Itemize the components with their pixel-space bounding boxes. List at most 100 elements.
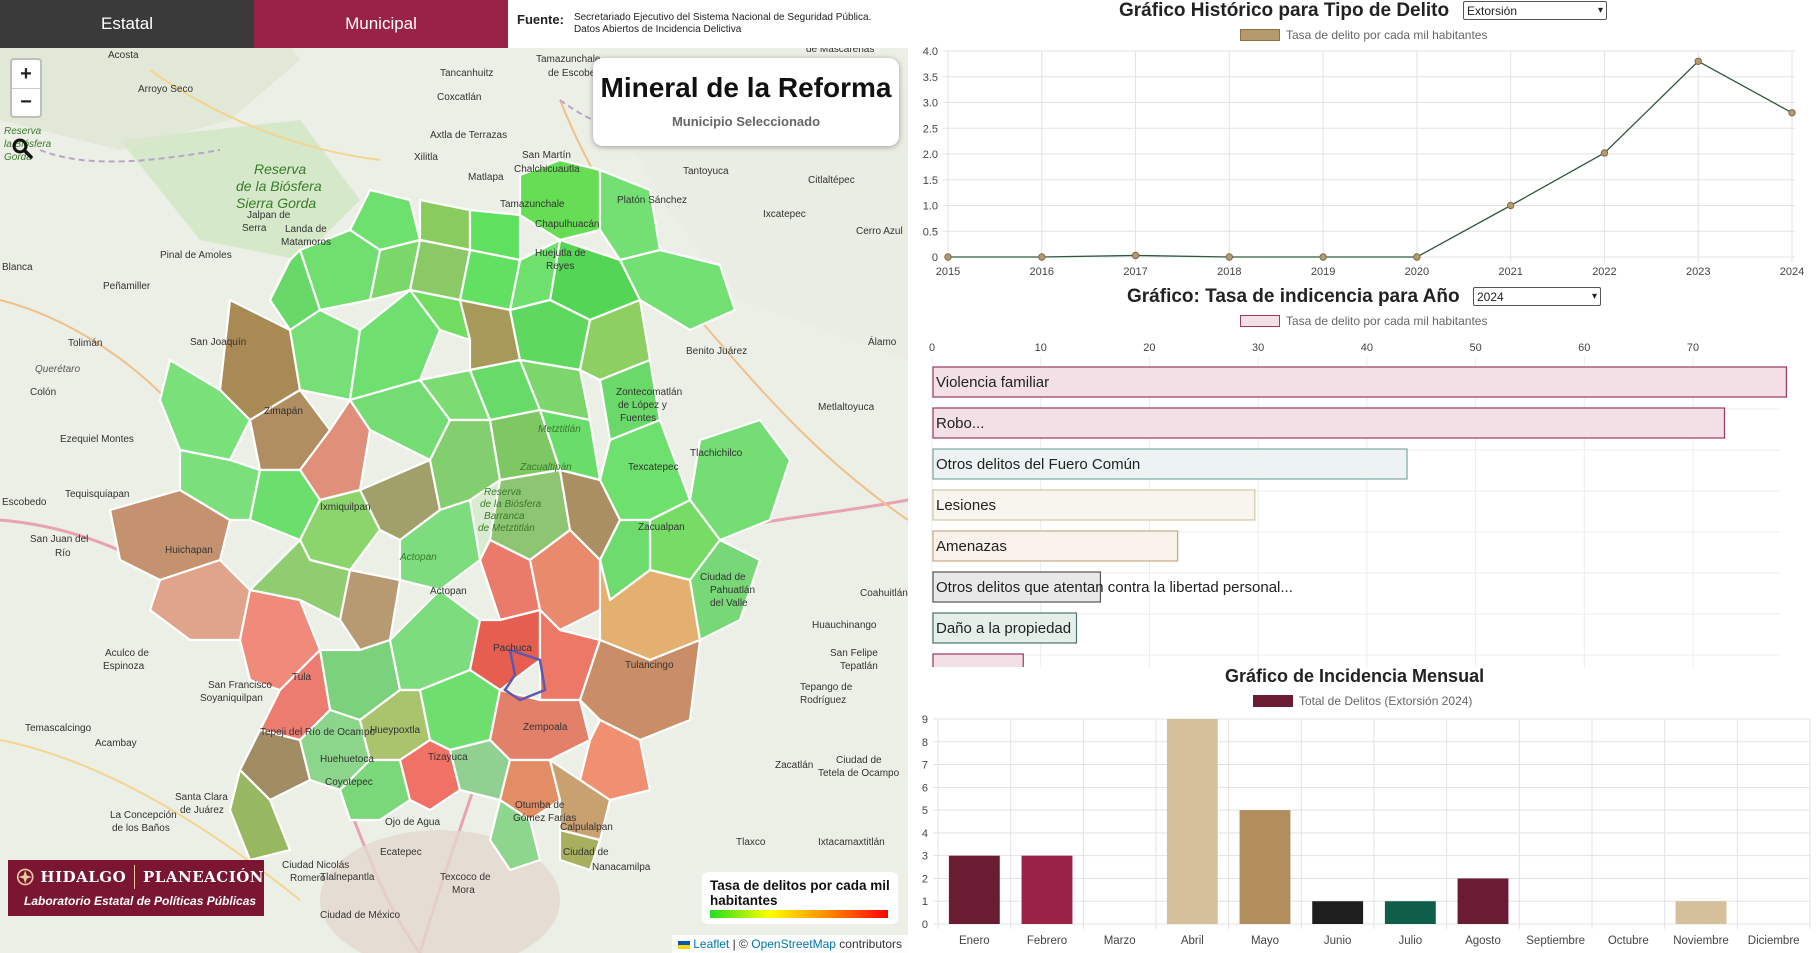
svg-text:Serra: Serra <box>242 223 267 234</box>
chart3-x-tick-label: Septiembre <box>1526 935 1585 947</box>
chart2-category-label: Amenazas <box>936 538 1007 555</box>
chart3-x-tick-label: Diciembre <box>1748 935 1800 947</box>
svg-text:de la Biósfera: de la Biósfera <box>480 499 542 510</box>
svg-text:Matamoros: Matamoros <box>281 237 331 248</box>
chart1-y-tick-label: 2.5 <box>923 123 938 135</box>
chart1-x-tick-label: 2016 <box>1030 266 1054 278</box>
svg-text:Reserva: Reserva <box>484 487 522 498</box>
year-select[interactable]: 2024 ▾ <box>1473 287 1601 306</box>
incidence-bar-chart[interactable]: 0 10 20 30 40 50 60 70 Violencia familiar Robo...… <box>908 332 1820 667</box>
chart3-bar <box>948 855 1000 924</box>
svg-text:Tizayuca: Tizayuca <box>428 752 468 763</box>
svg-text:de Juárez: de Juárez <box>180 805 224 816</box>
chevron-down-icon: ▾ <box>1591 291 1597 302</box>
svg-text:Axtla de Terrazas: Axtla de Terrazas <box>430 130 507 141</box>
chart2-x-tick-label: 20 <box>1143 342 1155 354</box>
svg-text:Hueypoxtla: Hueypoxtla <box>370 725 420 736</box>
svg-text:Metlaltoyuca: Metlaltoyuca <box>818 402 875 413</box>
svg-text:Huejutla de: Huejutla de <box>535 248 586 259</box>
svg-text:Zacatlán: Zacatlán <box>775 760 813 771</box>
chart1-y-tick-label: 4.0 <box>923 46 938 58</box>
search-icon[interactable] <box>10 136 34 160</box>
zoom-control: + − <box>10 58 42 118</box>
svg-text:Texcatepec: Texcatepec <box>628 462 679 473</box>
svg-text:Rodríguez: Rodríguez <box>800 695 846 706</box>
openstreetmap-link[interactable]: OpenStreetMap <box>751 937 836 951</box>
chart2-legend-label: Tasa de delito por cada mil habitantes <box>1286 314 1488 328</box>
svg-text:Nanacamilpa: Nanacamilpa <box>592 862 651 873</box>
svg-text:Coxcatlán: Coxcatlán <box>437 92 481 103</box>
svg-text:Arroyo Seco: Arroyo Seco <box>138 84 193 95</box>
chart2-category-label: Otros delitos que atentan contra la libe… <box>936 579 1293 596</box>
svg-text:Romero: Romero <box>290 873 326 884</box>
selected-municipality-name: Mineral de la Reforma <box>600 72 892 103</box>
svg-text:Gómez Farías: Gómez Farías <box>513 813 576 824</box>
chart3-x-tick-label: Mayo <box>1251 935 1279 947</box>
svg-text:Pinal de Amoles: Pinal de Amoles <box>160 250 232 261</box>
view-tabs: Estatal Municipal <box>0 0 508 48</box>
svg-text:Querétaro: Querétaro <box>35 364 80 375</box>
chart1-y-tick-label: 1.5 <box>923 175 938 187</box>
chart3-bar <box>1021 855 1073 924</box>
svg-text:San Joaquín: San Joaquín <box>190 337 246 348</box>
chart1-data-point <box>1600 149 1609 157</box>
monthly-bar-chart[interactable]: 0 1 2 3 4 5 6 7 8 9 Enero Febrero Marzo Abril Mayo Juni… <box>908 708 1820 953</box>
svg-text:Ciudad de: Ciudad de <box>563 847 609 858</box>
selected-municipality-label: Municipio Seleccionado <box>671 114 821 129</box>
chart3-x-tick-label: Marzo <box>1104 935 1136 947</box>
svg-text:Ixmiquilpan: Ixmiquilpan <box>320 502 371 513</box>
svg-text:Espinoza: Espinoza <box>103 661 145 672</box>
data-source: Fuente: Secretariado Ejecutivo del Siste… <box>508 0 908 48</box>
svg-text:del Valle: del Valle <box>710 598 748 609</box>
tab-estatal[interactable]: Estatal <box>0 0 254 48</box>
chart2-x-tick-label: 0 <box>929 342 935 354</box>
zoom-out-button[interactable]: − <box>12 88 40 116</box>
svg-text:Zontecomatlán: Zontecomatlán <box>616 387 682 398</box>
svg-text:Ixtacamaxtitlán: Ixtacamaxtitlán <box>818 837 885 848</box>
svg-text:Colón: Colón <box>30 387 56 398</box>
source-line-1: Secretariado Ejecutivo del Sistema Nacio… <box>573 12 872 23</box>
leaflet-link[interactable]: Leaflet <box>693 937 729 951</box>
chart3-bar <box>1675 901 1727 924</box>
crime-type-select[interactable]: Extorsión ▾ <box>1463 1 1607 20</box>
chart2-category-label: Violencia familiar <box>936 374 1049 391</box>
chart3-x-tick-label: Junio <box>1324 935 1352 947</box>
svg-text:Acosta: Acosta <box>108 50 139 61</box>
svg-text:Ciudad de México: Ciudad de México <box>320 910 400 921</box>
svg-text:San Juan del: San Juan del <box>30 534 88 545</box>
selected-municipality-card: Mineral de la Reforma Municipio Seleccio… <box>593 58 899 146</box>
chart3-legend[interactable]: Total de Delitos (Extorsión 2024) <box>1253 694 1472 708</box>
chart1-data-point <box>1131 251 1140 260</box>
svg-text:Soyaniquilpan: Soyaniquilpan <box>200 693 263 704</box>
chart2-x-tick-label: 40 <box>1361 342 1373 354</box>
chart1-data-point <box>1038 253 1046 261</box>
svg-text:Santa Clara: Santa Clara <box>175 792 228 803</box>
chart1-data-point <box>1319 253 1327 261</box>
chart2-legend-swatch <box>1240 315 1280 327</box>
tab-municipal[interactable]: Municipal <box>254 0 508 48</box>
svg-text:Tlalnepantla: Tlalnepantla <box>320 872 375 883</box>
svg-text:Zacualtipán: Zacualtipán <box>519 462 572 473</box>
svg-text:Xilitla: Xilitla <box>414 152 438 163</box>
map-legend-title: Tasa de delitos por cada mil habitantes <box>710 878 890 908</box>
zoom-in-button[interactable]: + <box>12 60 40 88</box>
map-panel[interactable]: Tancanhuitz Coxcatlán Axtla de Terrazas … <box>0 0 908 953</box>
chart3-y-tick-label: 0 <box>922 919 928 931</box>
svg-text:Tolimán: Tolimán <box>68 338 102 349</box>
svg-text:Aculco de: Aculco de <box>105 648 149 659</box>
chart2-legend[interactable]: Tasa de delito por cada mil habitantes <box>1240 314 1487 328</box>
history-line-chart[interactable]: 0 0.5 1.0 1.5 2.0 2.5 3.0 3.5 4.0 2015 2016 2017 201… <box>908 40 1820 285</box>
svg-text:de López y: de López y <box>618 400 667 411</box>
chart1-x-tick-label: 2019 <box>1311 266 1335 278</box>
chart2-x-tick-label: 60 <box>1578 342 1590 354</box>
svg-text:Ixcatepec: Ixcatepec <box>763 209 806 220</box>
chart3-y-tick-label: 9 <box>922 714 928 726</box>
svg-text:Huichapan: Huichapan <box>165 545 213 556</box>
chart3-bar <box>1166 719 1218 924</box>
chart1-y-tick-label: 2.0 <box>923 149 938 161</box>
map-attribution: Leaflet | © OpenStreetMap contributors <box>671 935 908 953</box>
svg-text:Zacualpan: Zacualpan <box>638 522 685 533</box>
year-select-value: 2024 <box>1477 289 1504 304</box>
chart1-title: Gráfico Histórico para Tipo de Delito <box>1119 0 1450 21</box>
chart1-x-tick-label: 2021 <box>1498 266 1522 278</box>
